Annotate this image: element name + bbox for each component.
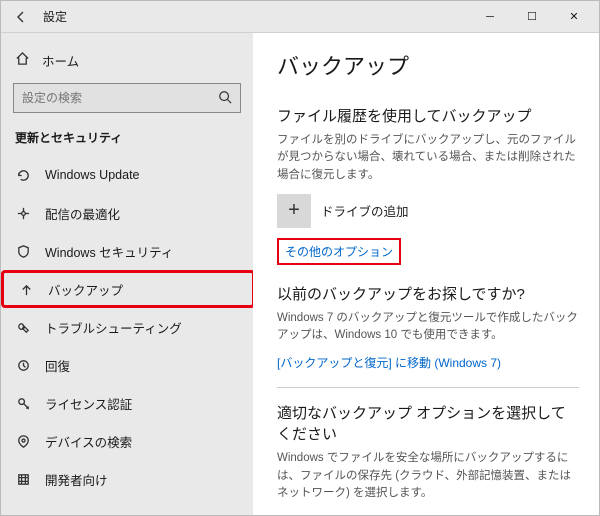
maximize-button[interactable]: ☐ xyxy=(511,1,553,33)
sidebar-item-label: Windows Update xyxy=(45,168,140,182)
developer-icon xyxy=(15,472,31,487)
recovery-icon xyxy=(15,358,31,373)
divider xyxy=(277,387,579,388)
window-title: 設定 xyxy=(37,8,67,25)
backup-restore-win7-link[interactable]: [バックアップと復元] に移動 (Windows 7) xyxy=(277,356,501,370)
sidebar-section-label: 更新とセキュリティ xyxy=(1,123,253,156)
add-drive-row[interactable]: + ドライブの追加 xyxy=(277,194,579,228)
backup-options-detail-link[interactable]: バックアップ オプションの詳細 xyxy=(277,514,448,515)
backup-icon xyxy=(18,282,34,297)
search-input[interactable] xyxy=(22,91,212,105)
add-drive-label: ドライブの追加 xyxy=(321,201,409,220)
sidebar-item-label: Windows セキュリティ xyxy=(45,242,173,261)
plus-icon: + xyxy=(277,194,311,228)
home-icon xyxy=(15,51,30,69)
sidebar-item-label: デバイスの検索 xyxy=(45,432,132,451)
section-heading-file-history: ファイル履歴を使用してバックアップ xyxy=(277,105,579,126)
section-desc-file-history: ファイルを別のドライブにバックアップし、元のファイルが見つからない場合、壊れてい… xyxy=(277,132,579,184)
section-desc-previous-backup: Windows 7 のバックアップと復元ツールで作成したバックアップは、Wind… xyxy=(277,310,579,345)
sidebar-item-label: 開発者向け xyxy=(45,470,108,489)
search-box[interactable] xyxy=(13,83,241,113)
section-heading-choose-option: 適切なバックアップ オプションを選択してください xyxy=(277,402,579,444)
search-icon xyxy=(218,90,232,107)
section-heading-previous-backup: 以前のバックアップをお探しですか? xyxy=(277,283,579,304)
sidebar-item-delivery-optimization[interactable]: 配信の最適化 xyxy=(1,194,253,232)
section-desc-choose-option: Windows でファイルを安全な場所にバックアップするには、ファイルの保存先 … xyxy=(277,450,579,502)
sidebar-item-backup[interactable]: バックアップ xyxy=(1,270,255,308)
sidebar-item-windows-security[interactable]: Windows セキュリティ xyxy=(1,232,253,270)
close-button[interactable]: ✕ xyxy=(553,1,595,33)
sidebar-item-troubleshoot[interactable]: トラブルシューティング xyxy=(1,308,253,346)
sidebar-item-find-device[interactable]: デバイスの検索 xyxy=(1,422,253,460)
delivery-icon xyxy=(15,206,31,221)
more-options-link[interactable]: その他のオプション xyxy=(277,238,401,265)
sidebar-item-label: トラブルシューティング xyxy=(45,318,182,337)
titlebar: 設定 ─ ☐ ✕ xyxy=(1,1,599,33)
sidebar-item-label: ライセンス認証 xyxy=(45,394,132,413)
troubleshoot-icon xyxy=(15,320,31,335)
activation-icon xyxy=(15,396,31,411)
page-title: バックアップ xyxy=(277,49,579,81)
back-button[interactable] xyxy=(5,1,37,33)
sidebar-home-label: ホーム xyxy=(42,51,79,70)
update-icon xyxy=(15,168,31,183)
sidebar-item-label: 回復 xyxy=(45,356,70,375)
sidebar-item-windows-update[interactable]: Windows Update xyxy=(1,156,253,194)
sidebar-item-recovery[interactable]: 回復 xyxy=(1,346,253,384)
sidebar-item-label: バックアップ xyxy=(48,280,123,299)
minimize-button[interactable]: ─ xyxy=(469,1,511,33)
find-device-icon xyxy=(15,434,31,449)
sidebar-item-for-developers[interactable]: 開発者向け xyxy=(1,460,253,498)
sidebar: ホーム 更新とセキュリティ Windows Update 配信の最適化 Wi xyxy=(1,33,253,515)
sidebar-item-label: 配信の最適化 xyxy=(45,204,120,223)
sidebar-home[interactable]: ホーム xyxy=(1,43,253,77)
sidebar-item-activation[interactable]: ライセンス認証 xyxy=(1,384,253,422)
shield-icon xyxy=(15,244,31,259)
main-panel: バックアップ ファイル履歴を使用してバックアップ ファイルを別のドライブにバック… xyxy=(253,33,599,515)
